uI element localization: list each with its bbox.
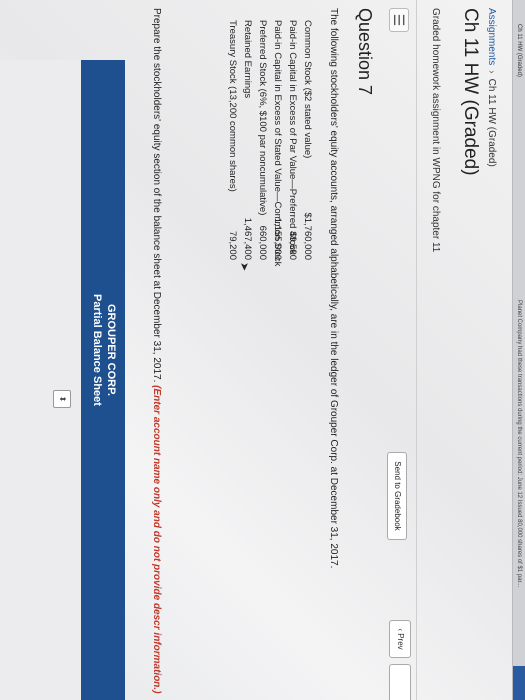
toolbar-divider xyxy=(416,0,417,700)
browser-tab-bar: Ch 11 HW (Graded) Planet Company had the… xyxy=(512,0,525,700)
account-dropdown-icon[interactable]: ⬍ xyxy=(53,390,71,408)
top-notice: Planet Company had these transactions du… xyxy=(516,300,522,588)
tab-bar-accent xyxy=(513,666,525,700)
question-prompt: Prepare the stockholders' equity section… xyxy=(150,8,163,698)
breadcrumb: Assignments › Ch 11 HW (Graded) xyxy=(486,8,497,167)
account-amount: $1,760,000 xyxy=(302,212,313,260)
prompt-hint: (Enter account name only and do not prov… xyxy=(151,385,162,694)
prev-button[interactable]: ‹ Prev xyxy=(389,620,411,658)
account-amount: 1,467,400 xyxy=(242,217,253,260)
account-amount: 79,200 xyxy=(227,230,238,260)
account-name: Paid-in Capital in Excess of Par Value—P… xyxy=(287,20,298,255)
sheet-title: Partial Balance Sheet xyxy=(91,294,103,406)
send-to-gradebook-button[interactable]: Send to Gradebook xyxy=(387,452,407,540)
menu-icon[interactable]: ☰ xyxy=(389,8,409,32)
browser-tab[interactable]: Ch 11 HW (Graded) xyxy=(513,24,525,77)
account-row: Common Stock ($2 stated value) $1,760,00… xyxy=(298,20,313,260)
breadcrumb-current: Ch 11 HW (Graded) xyxy=(486,78,497,167)
prompt-text: Prepare the stockholders' equity section… xyxy=(151,8,162,383)
account-row: Retained Earnings 1,467,400 xyxy=(238,20,253,260)
account-row: Paid-in Capital in Excess of Stated Valu… xyxy=(268,20,283,266)
balance-sheet-body xyxy=(0,60,81,700)
breadcrumb-assignments-link[interactable]: Assignments xyxy=(486,8,497,65)
account-row: Paid-in Capital in Excess of Par Value—P… xyxy=(283,20,298,260)
account-amount: 1,155,000 xyxy=(272,217,283,260)
account-list: Common Stock ($2 stated value) $1,760,00… xyxy=(223,20,313,266)
account-name: Treasury Stock (13,200 common shares) xyxy=(227,20,238,192)
account-name: Common Stock ($2 stated value) xyxy=(302,20,313,159)
question-intro: The following stockholders' equity accou… xyxy=(328,8,339,569)
account-amount: 49,500 xyxy=(287,230,298,260)
breadcrumb-separator: › xyxy=(486,70,497,74)
page-subtitle: Graded homework assignment in WPNG for c… xyxy=(430,8,441,253)
page-title: Ch 11 HW (Graded) xyxy=(460,8,481,176)
account-amount: 660,000 xyxy=(257,225,268,260)
account-name: Preferred Stock (6%, $100 par noncumulat… xyxy=(257,20,268,216)
account-name: Retained Earnings xyxy=(242,20,253,99)
question-title: Question 7 xyxy=(355,8,375,96)
mouse-cursor-icon: ➤ xyxy=(238,262,250,272)
next-button[interactable] xyxy=(389,664,411,700)
account-row: Treasury Stock (13,200 common shares) 79… xyxy=(223,20,238,260)
company-name: GROUPER CORP. xyxy=(105,303,117,397)
rotated-page: Ch 11 HW (Graded) Planet Company had the… xyxy=(0,0,525,700)
account-row: Preferred Stock (6%, $100 par noncumulat… xyxy=(253,20,268,260)
